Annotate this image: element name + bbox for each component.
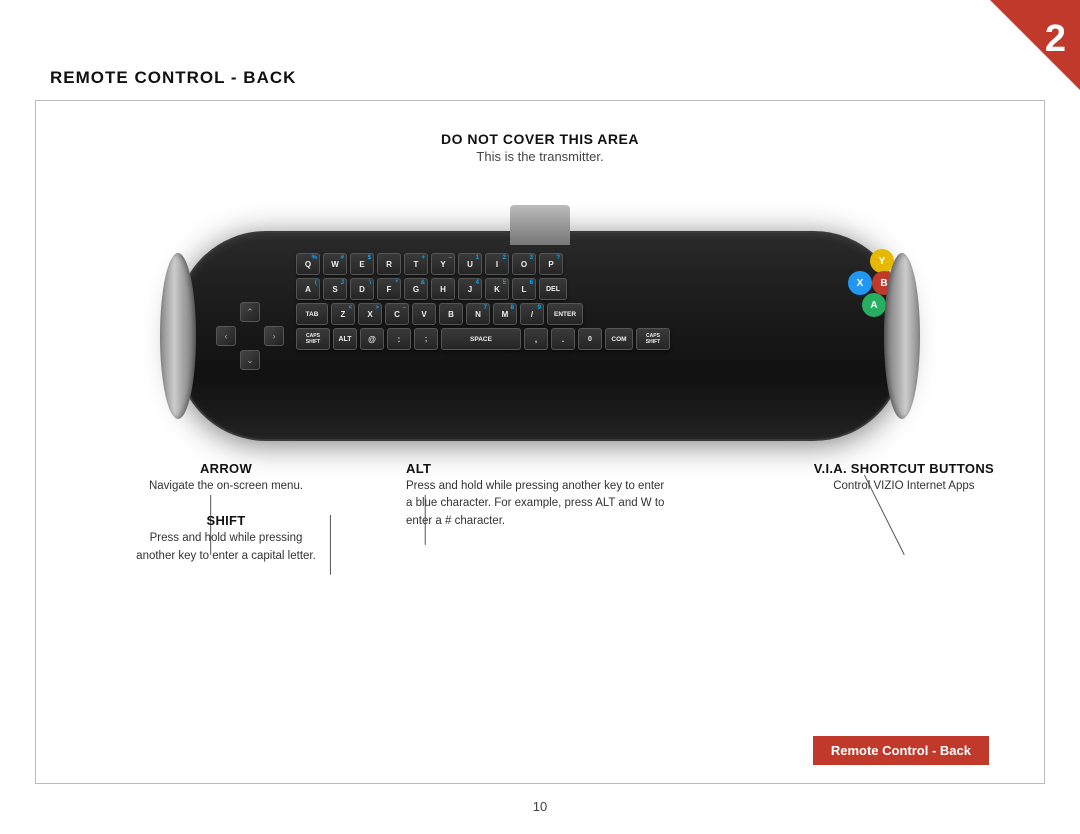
key-j[interactable]: J4 (458, 278, 482, 300)
key-a[interactable]: A( (296, 278, 320, 300)
key-g[interactable]: G& (404, 278, 428, 300)
btn-a[interactable]: A (862, 293, 886, 317)
key-v[interactable]: V (412, 303, 436, 325)
key-u[interactable]: U1 (458, 253, 482, 275)
key-i[interactable]: I2 (485, 253, 509, 275)
main-content-box: DO NOT COVER THIS AREA This is the trans… (35, 100, 1045, 784)
key-zero[interactable]: 0 (578, 328, 602, 350)
keyboard-row-4: CAPSSHIFT ALT @ : ; SPACE , . 0 COM CAPS… (296, 328, 880, 350)
via-title: V.I.A. SHORTCUT BUTTONS (814, 461, 994, 476)
key-o[interactable]: O3 (512, 253, 536, 275)
arrow-keys: ⌃ ‹ › ⌄ (216, 302, 284, 370)
arrow-left[interactable]: ‹ (216, 326, 236, 346)
key-del[interactable]: DEL (539, 278, 567, 300)
key-caps-left[interactable]: CAPSSHIFT (296, 328, 330, 350)
key-r[interactable]: R (377, 253, 401, 275)
key-tab[interactable]: TAB (296, 303, 328, 325)
alt-title: ALT (406, 461, 666, 476)
arrow-down[interactable]: ⌄ (240, 350, 260, 370)
arrow-right[interactable]: › (264, 326, 284, 346)
key-space[interactable]: SPACE (441, 328, 521, 350)
key-f[interactable]: F* (377, 278, 401, 300)
key-alt[interactable]: ALT (333, 328, 357, 350)
key-d[interactable]: D\ (350, 278, 374, 300)
key-l[interactable]: L6 (512, 278, 536, 300)
key-enter[interactable]: ENTER (547, 303, 583, 325)
transmitter-tab (510, 205, 570, 245)
keyboard-area: Q% W# E$ R T+ Y– U1 I2 O3 P? A( SJ D\ F* (296, 253, 880, 425)
bottom-red-label: Remote Control - Back (813, 736, 989, 765)
key-t[interactable]: T+ (404, 253, 428, 275)
key-b[interactable]: B (439, 303, 463, 325)
section-title: REMOTE CONTROL - BACK (50, 68, 296, 88)
key-y[interactable]: Y– (431, 253, 455, 275)
keyboard-row-3: TAB Z< X> C– V B N7 M8 /9 ENTER (296, 303, 880, 325)
btn-b[interactable]: B (872, 271, 896, 295)
btn-x[interactable]: X (848, 271, 872, 295)
label-alt: ALT Press and hold while pressing anothe… (406, 461, 666, 530)
key-m[interactable]: M8 (493, 303, 517, 325)
key-at[interactable]: @ (360, 328, 384, 350)
remote-body: ⌃ ‹ › ⌄ Q% W# E$ R T+ Y– U1 I2 O3 P (176, 231, 904, 441)
key-s[interactable]: SJ (323, 278, 347, 300)
btn-y[interactable]: Y (870, 249, 894, 273)
shift-body: Press and hold while pressing another ke… (136, 530, 316, 565)
keyboard-row-2: A( SJ D\ F* G& H J4 K5 L6 DEL (296, 278, 880, 300)
shift-title: SHIFT (136, 513, 316, 528)
arrow-up[interactable]: ⌃ (240, 302, 260, 322)
key-caps-right[interactable]: CAPSSHIFT (636, 328, 670, 350)
keyboard-row-1: Q% W# E$ R T+ Y– U1 I2 O3 P? (296, 253, 880, 275)
key-period[interactable]: . (551, 328, 575, 350)
key-h[interactable]: H (431, 278, 455, 300)
alt-body: Press and hold while pressing another ke… (406, 478, 666, 530)
key-z[interactable]: Z< (331, 303, 355, 325)
transmitter-description: This is the transmitter. (36, 149, 1044, 164)
key-q[interactable]: Q% (296, 253, 320, 275)
via-body: Control VIZIO Internet Apps (814, 478, 994, 495)
key-n[interactable]: N7 (466, 303, 490, 325)
label-arrow: ARROW Navigate the on-screen menu. SHIFT… (136, 461, 316, 565)
key-comma[interactable]: , (524, 328, 548, 350)
page-number: 10 (533, 799, 547, 814)
key-com[interactable]: COM (605, 328, 633, 350)
key-p[interactable]: P? (539, 253, 563, 275)
chapter-marker (990, 0, 1080, 90)
transmitter-note: DO NOT COVER THIS AREA This is the trans… (36, 131, 1044, 164)
key-e[interactable]: E$ (350, 253, 374, 275)
do-not-cover-text: DO NOT COVER THIS AREA (36, 131, 1044, 147)
arrow-body: Navigate the on-screen menu. (136, 478, 316, 495)
key-c[interactable]: C– (385, 303, 409, 325)
arrow-title: ARROW (136, 461, 316, 476)
key-semicolon[interactable]: ; (414, 328, 438, 350)
chapter-number: 2 (1045, 18, 1066, 61)
key-x[interactable]: X> (358, 303, 382, 325)
key-w[interactable]: W# (323, 253, 347, 275)
key-colon[interactable]: : (387, 328, 411, 350)
key-slash[interactable]: /9 (520, 303, 544, 325)
label-via: V.I.A. SHORTCUT BUTTONS Control VIZIO In… (814, 461, 994, 495)
key-k[interactable]: K5 (485, 278, 509, 300)
